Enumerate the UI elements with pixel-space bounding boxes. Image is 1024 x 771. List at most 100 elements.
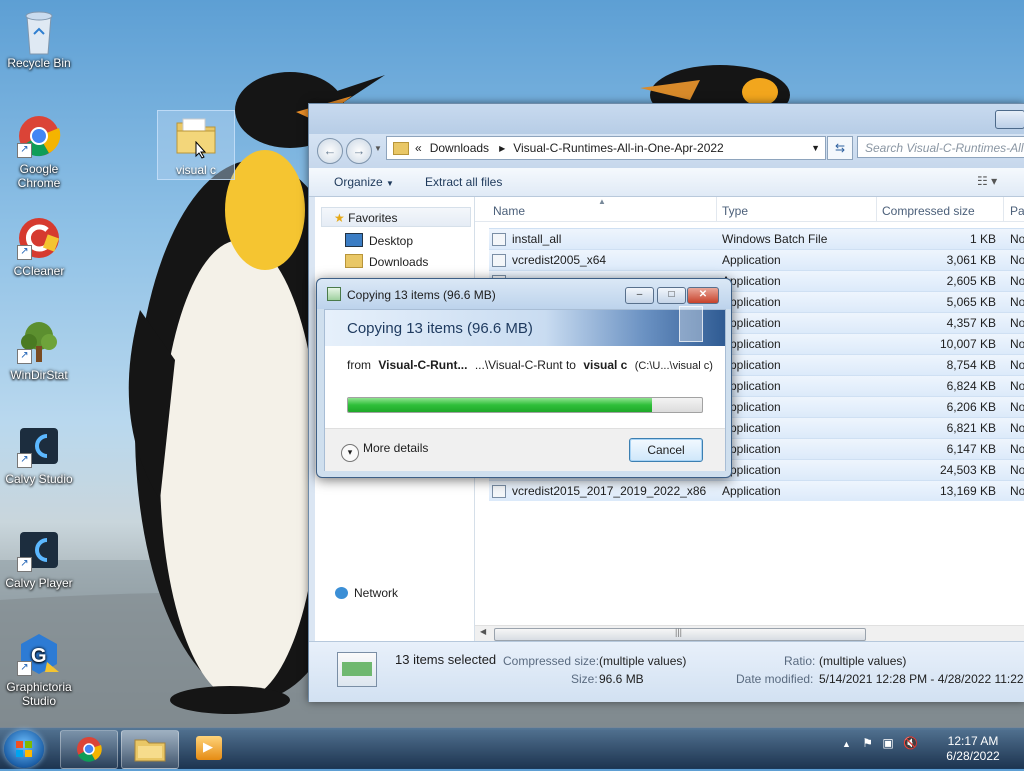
svg-text:G: G [31,645,47,667]
taskbar-chrome[interactable] [60,730,118,769]
minimize-button[interactable]: – [625,287,654,304]
column-password[interactable]: Pas [1010,204,1024,218]
file-size-cell: 6,206 KB [946,400,996,414]
desktop-icon-windirstat[interactable]: ↗ WinDirStat [1,320,77,382]
file-icon [492,254,506,267]
desktop-icon-label: Google Chrome [17,162,61,190]
file-type-cell: Application [722,253,781,267]
refresh-button[interactable]: ⇆ [827,136,853,160]
dialog-titlebar[interactable]: Copying 13 items (96.6 MB) – □ ✕ [317,279,731,309]
downloads-folder-icon [345,254,363,268]
file-row[interactable]: vcredist2005_x64 Application 3,061 KB No [489,249,1024,270]
search-input[interactable]: Search Visual-C-Runtimes-All-in-One-Apr-… [857,136,1024,158]
show-hidden-icons-icon[interactable]: ▲ [842,739,851,749]
scrollbar-thumb[interactable]: ||| [494,627,866,641]
view-options-icon[interactable]: ☷ ▾ [977,174,997,188]
address-bar[interactable]: « Downloads ▶ Visual-C-Runtimes-All-in-O… [386,136,826,160]
address-dropdown-icon[interactable]: ▼ [811,143,820,153]
clock[interactable]: 12:17 AM 6/28/2022 [940,734,1006,764]
recent-pages-dropdown[interactable]: ▼ [374,144,382,153]
desktop-icon-calvy-studio[interactable]: ↗ Calvy Studio [1,424,77,486]
file-password-cell: No [1010,421,1024,435]
dialog-body: Copying 13 items (96.6 MB) from Visual-C… [324,306,726,471]
file-size-cell: 1 KB [969,232,996,246]
star-icon: ★ [334,211,345,225]
shortcut-arrow-icon: ↗ [17,245,32,260]
file-row[interactable]: install_all Windows Batch File 1 KB No [489,228,1024,249]
action-center-flag-icon[interactable]: ⚑ [862,736,873,750]
file-row[interactable]: vcredist2015_2017_2019_2022_x86 Applicati… [489,480,1024,501]
desktop-icon [345,233,363,247]
network-icon[interactable]: ▣ [882,736,893,750]
file-size-cell: 5,065 KB [946,295,996,309]
back-button[interactable]: ← [317,138,343,164]
sort-ascending-icon: ▲ [598,197,606,206]
mouse-cursor-icon [195,140,207,162]
breadcrumb-separator-icon[interactable]: ▶ [499,144,505,153]
file-type-cell: Application [722,484,781,498]
desktop-icon-calvy-player[interactable]: ↗ Calvy Player [1,528,77,590]
chevron-down-icon: ▼ [386,179,394,188]
file-size-cell: 6,147 KB [946,442,996,456]
taskbar-media-player[interactable]: ▶ [196,736,222,760]
nav-network[interactable]: Network [335,583,398,603]
network-icon [335,587,348,599]
file-password-cell: No [1010,253,1024,267]
file-password-cell: No [1010,295,1024,309]
file-size-cell: 6,821 KB [946,421,996,435]
minimize-button[interactable] [995,110,1024,129]
system-tray: ▲ ⚑ ▣ 🔇 [842,736,918,750]
column-type[interactable]: Type [722,204,748,218]
selection-count: 13 items selected [395,652,497,667]
desktop-icon-google-chrome[interactable]: ↗ Google Chrome [1,114,77,190]
desktop-icon-ccleaner[interactable]: ↗ CCleaner [1,216,77,278]
forward-button[interactable]: → [346,138,372,164]
ratio-label: Ratio: [784,654,816,668]
copy-source-destination: from Visual-C-Runt... ...\Visual-C-Runt … [347,358,713,372]
file-size-cell: 6,824 KB [946,379,996,393]
file-password-cell: No [1010,358,1024,372]
dialog-heading: Copying 13 items (96.6 MB) [347,320,533,337]
date-modified-value: 5/14/2021 12:28 PM - 4/28/2022 11:22 AM [819,672,1024,686]
file-size-cell: 2,605 KB [946,274,996,288]
taskbar-explorer[interactable] [121,730,179,769]
dialog-banner: Copying 13 items (96.6 MB) [325,306,725,346]
desktop-icon-graphictoria-studio[interactable]: G ↗ Graphictoria Studio [1,632,77,708]
breadcrumb-downloads[interactable]: Downloads [430,141,489,155]
organize-menu[interactable]: Organize ▼ [334,175,394,189]
more-details-toggle[interactable]: ▾ More details [341,441,428,462]
shortcut-arrow-icon: ↗ [17,143,32,158]
breadcrumb-overflow[interactable]: « [415,141,422,155]
maximize-button[interactable]: □ [657,287,686,304]
scroll-left-icon[interactable]: ◀ [480,627,486,636]
dialog-title: Copying 13 items (96.6 MB) [347,288,496,302]
destination-folder-link[interactable]: visual c [583,358,627,372]
start-button[interactable] [4,730,44,768]
nav-downloads[interactable]: Downloads [345,252,428,272]
close-button[interactable]: ✕ [687,287,719,304]
file-password-cell: No [1010,232,1024,246]
column-compressed-size[interactable]: Compressed size [882,204,975,218]
desktop-folder-visual-c[interactable]: visual c [157,110,235,180]
breadcrumb-current-folder[interactable]: Visual-C-Runtimes-All-in-One-Apr-2022 [513,141,724,155]
explorer-titlebar[interactable] [309,104,1024,134]
column-name[interactable]: Name [493,204,525,218]
volume-muted-icon[interactable]: 🔇 [903,736,918,750]
nav-desktop[interactable]: Desktop [345,231,413,251]
file-icon [492,233,506,246]
file-size-cell: 13,169 KB [939,484,996,498]
file-size-cell: 8,754 KB [946,358,996,372]
extract-all-button[interactable]: Extract all files [425,175,502,189]
file-size-cell: 10,007 KB [939,337,996,351]
desktop-icon-recycle-bin[interactable]: Recycle Bin [1,8,77,70]
command-bar: Organize ▼ Extract all files ☷ ▾ [309,168,1024,197]
folder-label: visual c [175,163,216,177]
source-folder-link[interactable]: Visual-C-Runt... [378,358,467,372]
file-password-cell: No [1010,379,1024,393]
clock-time: 12:17 AM [947,734,999,748]
nav-favorites[interactable]: ★ Favorites [321,207,471,227]
horizontal-scrollbar[interactable]: ◀ ||| [475,625,1024,642]
date-modified-label: Date modified: [736,672,814,686]
cancel-button[interactable]: Cancel [629,438,703,462]
file-name-cell: vcredist2015_2017_2019_2022_x86 [492,481,706,501]
